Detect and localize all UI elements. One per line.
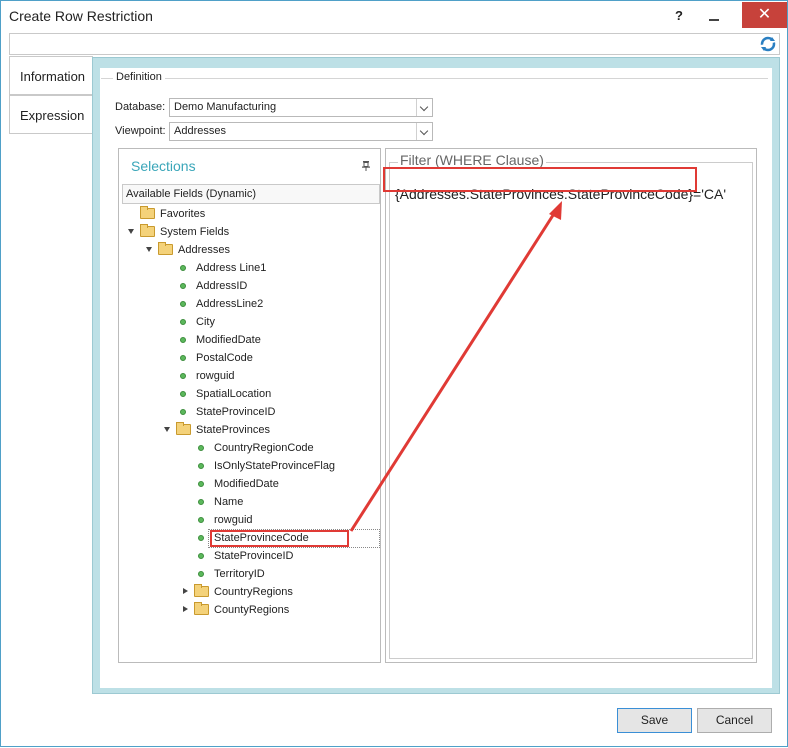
pin-icon[interactable]	[362, 161, 370, 171]
viewpoint-select[interactable]: Addresses	[169, 122, 433, 141]
folder-icon	[194, 602, 209, 615]
field-icon	[180, 373, 186, 379]
field-icon	[198, 463, 204, 469]
cancel-button[interactable]: Cancel	[697, 708, 772, 733]
tree-field[interactable]: AddressID	[119, 277, 380, 295]
field-icon	[198, 553, 204, 559]
tree-node-favorites[interactable]: Favorites	[119, 205, 380, 223]
field-icon	[180, 301, 186, 307]
folder-icon	[140, 224, 155, 237]
chevron-down-icon[interactable]	[416, 123, 432, 140]
tree-field[interactable]: City	[119, 313, 380, 331]
field-icon	[180, 391, 186, 397]
title-bar: Create Row Restriction ? ✕	[1, 1, 787, 32]
close-icon[interactable]: ✕	[742, 2, 787, 28]
field-icon	[198, 571, 204, 577]
field-highlight-box	[210, 530, 349, 547]
field-icon	[198, 517, 204, 523]
filter-editor[interactable]: {Addresses.StateProvinces.StateProvinceC…	[389, 162, 753, 659]
viewpoint-label: Viewpoint:	[115, 125, 166, 137]
save-button[interactable]: Save	[617, 708, 692, 733]
tree-field[interactable]: StateProvinceID	[119, 403, 380, 421]
toolbar	[9, 33, 780, 55]
tree-node-countyregions[interactable]: CountyRegions	[119, 601, 380, 619]
filter-highlight-box	[383, 167, 697, 192]
chevron-down-icon[interactable]	[128, 229, 134, 234]
tree-field[interactable]: TerritoryID	[119, 565, 380, 583]
refresh-icon[interactable]	[760, 36, 776, 52]
tree-node-countryregions[interactable]: CountryRegions	[119, 583, 380, 601]
help-icon[interactable]: ?	[669, 5, 689, 27]
field-tree: Favorites System Fields Addresses Addres…	[119, 205, 380, 660]
folder-icon	[176, 422, 191, 435]
tree-field[interactable]: IsOnlyStateProvinceFlag	[119, 457, 380, 475]
tree-field[interactable]: ModifiedDate	[119, 331, 380, 349]
field-icon	[198, 535, 204, 541]
definition-legend: Definition	[113, 71, 165, 83]
field-icon	[198, 499, 204, 505]
folder-icon	[158, 242, 173, 255]
chevron-right-icon[interactable]	[183, 588, 188, 594]
selections-panel: Selections Available Fields (Dynamic) Fa…	[118, 148, 381, 663]
field-icon	[180, 337, 186, 343]
field-icon	[198, 481, 204, 487]
tree-field[interactable]: CountryRegionCode	[119, 439, 380, 457]
chevron-right-icon[interactable]	[183, 606, 188, 612]
tree-node-system-fields[interactable]: System Fields	[119, 223, 380, 241]
window-title: Create Row Restriction	[9, 8, 153, 24]
field-icon	[180, 265, 186, 271]
chevron-down-icon[interactable]	[146, 247, 152, 252]
folder-icon	[140, 206, 155, 219]
filter-panel: {Addresses.StateProvinces.StateProvinceC…	[385, 148, 757, 663]
tree-node-stateprovinces[interactable]: StateProvinces	[119, 421, 380, 439]
tree-field[interactable]: AddressLine2	[119, 295, 380, 313]
tree-field[interactable]: Address Line1	[119, 259, 380, 277]
tab-expression[interactable]: Expression	[9, 95, 93, 134]
database-select[interactable]: Demo Manufacturing	[169, 98, 433, 117]
database-label: Database:	[115, 101, 166, 113]
tree-field[interactable]: ModifiedDate	[119, 475, 380, 493]
filter-legend: Filter (WHERE Clause)	[398, 152, 546, 168]
field-icon	[198, 445, 204, 451]
tab-information[interactable]: Information	[9, 56, 93, 95]
folder-icon	[194, 584, 209, 597]
field-icon	[180, 283, 186, 289]
tree-node-addresses[interactable]: Addresses	[119, 241, 380, 259]
field-icon	[180, 409, 186, 415]
field-icon	[180, 355, 186, 361]
chevron-down-icon[interactable]	[164, 427, 170, 432]
field-icon	[180, 319, 186, 325]
selections-title: Selections	[131, 158, 196, 174]
database-value: Demo Manufacturing	[174, 101, 277, 113]
tree-field[interactable]: PostalCode	[119, 349, 380, 367]
chevron-down-icon[interactable]	[416, 99, 432, 116]
tree-field[interactable]: rowguid	[119, 367, 380, 385]
tree-field[interactable]: StateProvinceID	[119, 547, 380, 565]
tree-field[interactable]: rowguid	[119, 511, 380, 529]
tree-field[interactable]: Name	[119, 493, 380, 511]
definition-divider	[101, 78, 768, 79]
viewpoint-value: Addresses	[174, 125, 226, 137]
minimize-icon[interactable]	[703, 5, 727, 27]
tree-field[interactable]: SpatialLocation	[119, 385, 380, 403]
dialog-window: Create Row Restriction ? ✕ Information E…	[0, 0, 788, 747]
available-fields-header: Available Fields (Dynamic)	[122, 184, 380, 204]
